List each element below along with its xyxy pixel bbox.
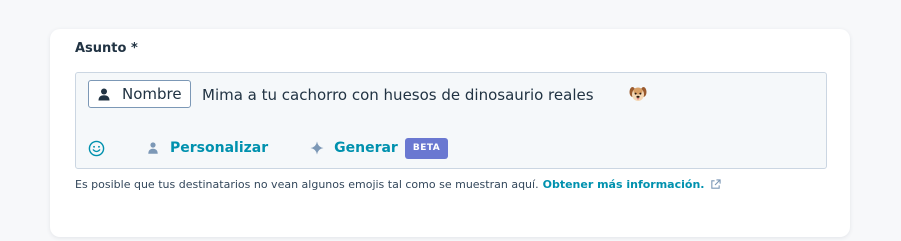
help-message: Es posible que tus destinatarios no vean… — [75, 178, 539, 191]
contact-icon — [98, 88, 110, 100]
sparkle-icon — [310, 141, 324, 155]
subject-card: Asunto * Nombre Mima a tu cachorro con h… — [50, 29, 850, 237]
external-link-icon[interactable] — [710, 179, 722, 190]
personalization-token-name[interactable]: Nombre — [88, 80, 191, 108]
token-label: Nombre — [122, 85, 182, 103]
smiley-icon[interactable] — [88, 140, 105, 157]
generate-button[interactable]: Generar BETA — [310, 137, 449, 159]
learn-more-link[interactable]: Obtener más información. — [543, 178, 705, 191]
personalize-label: Personalizar — [170, 140, 269, 156]
subject-toolbar: Personalizar Generar BETA — [88, 135, 449, 161]
personalize-button[interactable]: Personalizar — [148, 140, 268, 156]
emoji-help-text: Es posible que tus destinatarios no vean… — [75, 178, 722, 191]
subject-field-label: Asunto * — [75, 41, 138, 56]
generate-label: Generar — [334, 140, 398, 156]
dog-face-emoji-icon — [629, 87, 647, 101]
subject-text[interactable]: Mima a tu cachorro con huesos de dinosau… — [202, 86, 594, 104]
beta-badge: BETA — [404, 137, 449, 159]
contact-icon — [148, 142, 158, 154]
subject-editor[interactable]: Nombre Mima a tu cachorro con huesos de … — [75, 72, 827, 169]
